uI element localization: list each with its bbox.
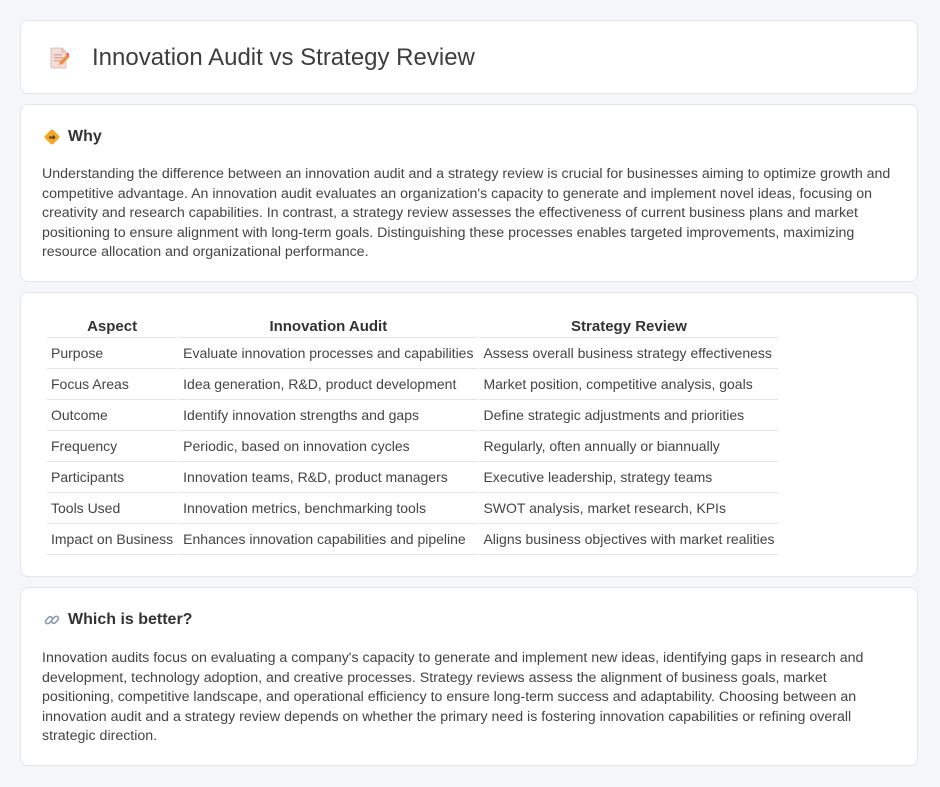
why-heading-row: Why [43,127,102,147]
table-cell: Regularly, often annually or biannually [479,431,779,462]
table-header-row: Aspect Innovation Audit Strategy Review [47,315,779,338]
table-cell: Impact on Business [47,524,178,555]
table-row: Purpose Evaluate innovation processes an… [47,338,779,369]
table-cell: Innovation teams, R&D, product managers [179,462,478,493]
link-icon [44,615,60,625]
column-header-aspect: Aspect [47,315,178,338]
column-header-innovation-audit: Innovation Audit [179,315,478,338]
table-row: Frequency Periodic, based on innovation … [47,431,779,462]
table-row: Tools Used Innovation metrics, benchmark… [47,493,779,524]
table-cell: Assess overall business strategy effecti… [479,338,779,369]
table-row: Focus Areas Idea generation, R&D, produc… [47,369,779,400]
table-row: Outcome Identify innovation strengths an… [47,400,779,431]
why-card: Why Understanding the difference between… [20,104,918,282]
table-cell: Aligns business objectives with market r… [479,524,779,555]
better-text: Innovation audits focus on evaluating a … [42,650,864,745]
comparison-card: Aspect Innovation Audit Strategy Review … [20,292,918,577]
better-heading: Which is better? [68,611,193,628]
table-cell: Participants [47,462,178,493]
page-title: Innovation Audit vs Strategy Review [92,44,475,71]
table-cell: Define strategic adjustments and priorit… [479,400,779,431]
table-cell: Executive leadership, strategy teams [479,462,779,493]
table-cell: Purpose [47,338,178,369]
table-cell: Idea generation, R&D, product developmen… [179,369,478,400]
table-cell: Focus Areas [47,369,178,400]
page: Innovation Audit vs Strategy Review Why … [0,0,940,787]
which-better-card: Which is better? Innovation audits focus… [20,587,918,766]
table-cell: Outcome [47,400,178,431]
table-row: Impact on Business Enhances innovation c… [47,524,779,555]
better-heading-row: Which is better? [43,610,192,630]
table-cell: Identify innovation strengths and gaps [179,400,478,431]
diamond-direction-icon [44,129,60,145]
table-row: Participants Innovation teams, R&D, prod… [47,462,779,493]
document-pencil-icon [50,47,70,69]
why-heading: Why [68,128,102,145]
column-header-strategy-review: Strategy Review [479,315,779,338]
table-cell: Tools Used [47,493,178,524]
table-cell: Evaluate innovation processes and capabi… [179,338,478,369]
table-cell: Market position, competitive analysis, g… [479,369,779,400]
comparison-table: Aspect Innovation Audit Strategy Review … [45,315,780,555]
table-cell: SWOT analysis, market research, KPIs [479,493,779,524]
table-cell: Innovation metrics, benchmarking tools [179,493,478,524]
table-cell: Frequency [47,431,178,462]
table-cell: Enhances innovation capabilities and pip… [179,524,478,555]
table-cell: Periodic, based on innovation cycles [179,431,478,462]
why-text: Understanding the difference between an … [42,166,891,261]
title-card: Innovation Audit vs Strategy Review [20,20,918,94]
